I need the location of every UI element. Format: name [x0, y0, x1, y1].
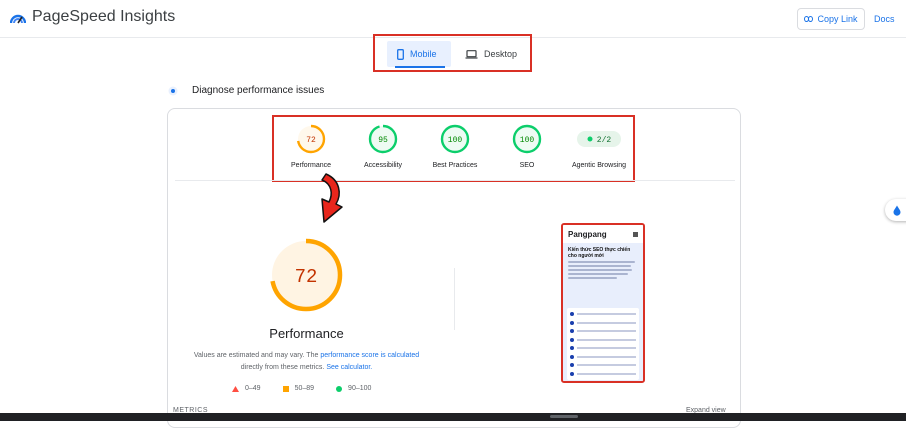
droplet-icon	[893, 205, 901, 216]
gauge-performance: 72	[296, 124, 326, 154]
legend-range: 90–100	[348, 385, 372, 392]
tab-desktop-label: Desktop	[484, 49, 518, 59]
page-screenshot: Pangpang Kiến thức SEO thực chiến cho ng…	[561, 223, 645, 383]
screenshot-headline: Kiến thức SEO thực chiến cho người mới	[568, 247, 631, 259]
vertical-divider	[454, 268, 455, 330]
score-best-practices[interactable]: 100 Best Practices	[415, 124, 495, 169]
gauge-seo: 100	[512, 124, 542, 154]
screenshot-brand: Pangpang	[568, 229, 607, 239]
score-value: 100	[520, 136, 535, 145]
score-note: Values are estimated and may vary. The p…	[190, 350, 423, 374]
performance-gauge: 72	[269, 238, 343, 312]
legend-average: 50–89	[282, 385, 315, 392]
score-label: Agentic Browsing	[571, 162, 627, 169]
tab-active-indicator	[395, 66, 445, 68]
legend-pass: 90–100	[336, 385, 371, 392]
note-text-2: directly from these metrics.	[240, 364, 327, 371]
score-accessibility[interactable]: 95 Accessibility	[343, 124, 423, 169]
score-value: 2/2	[597, 136, 612, 145]
score-value: 72	[306, 136, 316, 145]
phone-icon	[397, 48, 404, 60]
diagnose-icon	[168, 86, 178, 95]
performance-score-value: 72	[295, 266, 318, 288]
tab-mobile-label: Mobile	[410, 49, 437, 59]
app-logo[interactable]: PageSpeed Insights	[10, 8, 175, 26]
taskbar-item[interactable]	[550, 415, 578, 418]
gauge-best-practices: 100	[440, 124, 470, 154]
annotation-arrow-icon	[321, 173, 343, 223]
tab-mobile[interactable]: Mobile	[387, 41, 451, 68]
gauge-accessibility: 95	[368, 124, 398, 154]
os-taskbar	[0, 413, 906, 421]
section-heading: Diagnose performance issues	[168, 85, 324, 96]
pagespeed-logo-icon	[10, 14, 26, 24]
screenshot-list	[563, 305, 643, 381]
score-label: Accessibility	[363, 162, 403, 169]
section-title: Diagnose performance issues	[192, 85, 325, 96]
triangle-icon	[232, 385, 239, 392]
legend-fail: 0–49	[232, 385, 261, 392]
floating-extension-button[interactable]	[885, 199, 906, 221]
screenshot-hero: Kiến thức SEO thực chiến cho người mới	[563, 243, 643, 305]
menu-icon	[633, 231, 638, 237]
score-agentic-browsing[interactable]: 2/2 Agentic Browsing	[559, 124, 639, 169]
score-label: Best Practices	[432, 162, 478, 169]
divider	[175, 180, 735, 181]
device-tabs: Mobile Desktop	[373, 34, 532, 72]
app-title: PageSpeed Insights	[32, 8, 176, 25]
laptop-icon	[465, 49, 478, 59]
circle-icon	[336, 385, 343, 392]
tab-desktop[interactable]: Desktop	[455, 41, 527, 67]
score-legend: 0–49 50–89 90–100	[232, 385, 371, 392]
docs-link[interactable]: Docs	[874, 14, 895, 24]
performance-title: Performance	[269, 326, 344, 341]
square-icon	[282, 385, 289, 392]
copy-link-button[interactable]: Copy Link	[797, 8, 865, 30]
score-performance[interactable]: 72 Performance	[271, 124, 351, 169]
note-text: Values are estimated and may vary. The	[193, 352, 321, 359]
screenshot-header: Pangpang	[563, 225, 643, 243]
score-value: 95	[378, 136, 388, 145]
pass-dot-icon	[587, 136, 593, 142]
score-value: 100	[448, 136, 463, 145]
score-seo[interactable]: 100 SEO	[487, 124, 567, 169]
legend-range: 50–89	[294, 385, 315, 392]
score-label: SEO	[519, 162, 535, 169]
link-icon	[804, 16, 814, 22]
score-calculated-link[interactable]: performance score is calculated	[320, 352, 419, 359]
agentic-badge: 2/2	[577, 131, 621, 147]
top-bar: PageSpeed Insights Copy Link Docs	[0, 0, 906, 38]
legend-range: 0–49	[245, 385, 261, 392]
score-label: Performance	[290, 162, 332, 169]
see-calculator-link[interactable]: See calculator.	[326, 364, 372, 371]
copy-link-label: Copy Link	[817, 14, 858, 24]
